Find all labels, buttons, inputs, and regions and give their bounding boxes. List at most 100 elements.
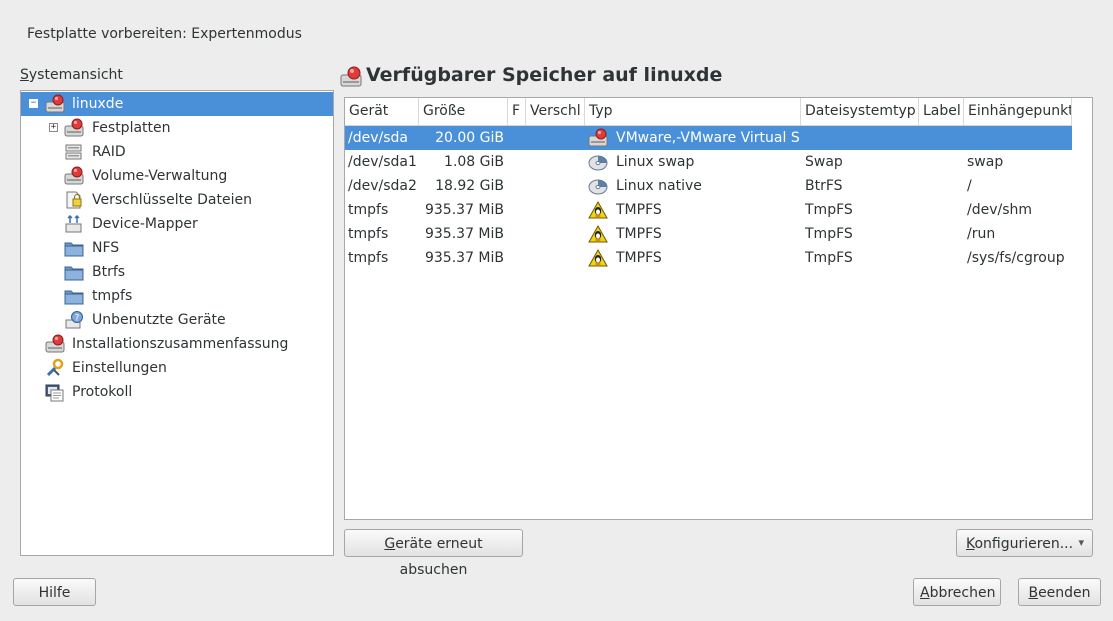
cell-mountpoint: /	[967, 178, 972, 194]
table-row[interactable]: tmpfs 935.37 MiB TMPFS TmpFS/dev/shm	[345, 198, 1072, 222]
column-header[interactable]: Dateisystemtyp	[801, 98, 919, 125]
folder-icon	[64, 266, 84, 281]
table-row[interactable]: tmpfs 935.37 MiB TMPFS TmpFS/sys/fs/cgroup	[345, 246, 1072, 270]
window-title: Festplatte vorbereiten: Expertenmodus	[27, 26, 302, 42]
cell-fstype: BtrFS	[805, 178, 843, 194]
cell-mountpoint: swap	[967, 154, 1004, 170]
cell-size: 935.37 MiB	[424, 250, 504, 266]
cell-fstype	[805, 126, 917, 150]
cell-type: VMware,-VMware Virtual S	[616, 130, 799, 146]
collapse-icon[interactable]: −	[29, 99, 38, 108]
cell-type: Linux swap	[616, 154, 695, 170]
svg-text:?: ?	[75, 314, 80, 324]
cell-label	[923, 246, 963, 270]
configure-dropdown-button[interactable]: Konfigurieren... ▾	[956, 529, 1093, 557]
page-title: Verfügbarer Speicher auf linuxde	[366, 64, 723, 86]
rescan-mnemonic: G	[384, 536, 396, 552]
table-row[interactable]: /dev/sda1 1.08 GiB Linux swap Swap swap	[345, 150, 1072, 174]
cell-type: TMPFS	[616, 250, 662, 266]
question-device-icon: ?	[65, 311, 83, 329]
cell-label	[923, 126, 963, 150]
column-header[interactable]: Einhängepunkt	[964, 98, 1072, 125]
cell-mountpoint: /run	[967, 226, 996, 242]
cell-fstype: TmpFS	[805, 226, 853, 242]
tree-item-installationszusammenfassung[interactable]: Installationszusammenfassung	[21, 332, 333, 356]
cell-mountpoint: /dev/shm	[967, 202, 1033, 218]
chevron-down-icon: ▾	[1078, 536, 1084, 549]
cell-size: 1.08 GiB	[444, 154, 504, 170]
column-header[interactable]: Gerät	[345, 98, 419, 125]
cell-label	[923, 150, 963, 174]
cell-label	[923, 174, 963, 198]
tree-item-label: Einstellungen	[72, 360, 167, 376]
cell-size: 18.92 GiB	[435, 178, 504, 194]
tux-icon	[588, 224, 608, 243]
column-header[interactable]: Label	[919, 98, 964, 125]
system-view-label: Systemansicht	[20, 67, 123, 83]
configure-label: onfigurieren...	[974, 536, 1074, 552]
finish-button[interactable]: Beenden	[1018, 578, 1101, 606]
help-button[interactable]: Hilfe	[13, 578, 96, 606]
partition-icon	[588, 155, 608, 171]
cell-label	[923, 222, 963, 246]
table-header: Gerät Größe F Verschl Typ Dateisystemtyp Label…	[345, 98, 1072, 126]
raid-icon	[65, 144, 82, 160]
cell-size: 935.37 MiB	[424, 226, 504, 242]
cell-device: /dev/sda2	[348, 178, 417, 194]
cell-device: tmpfs	[348, 226, 389, 242]
tree-item-device-mapper[interactable]: Device-Mapper	[21, 212, 333, 236]
cell-device: /dev/sda1	[348, 154, 417, 170]
finish-label: eenden	[1038, 585, 1091, 601]
harddisk-icon	[340, 66, 362, 87]
table-row[interactable]: /dev/sda 20.00 GiB VMware,-VMware Virtual …	[345, 126, 1072, 150]
storage-table[interactable]: Gerät Größe F Verschl Typ Dateisystemtyp Label…	[344, 97, 1093, 520]
tree-item-verschlüsselte-dateien[interactable]: Verschlüsselte Dateien	[21, 188, 333, 212]
tree-item-btrfs[interactable]: Btrfs	[21, 260, 333, 284]
tux-icon	[588, 200, 608, 219]
tree-item-label: NFS	[92, 240, 120, 256]
tree-item-nfs[interactable]: NFS	[21, 236, 333, 260]
column-header[interactable]: Typ	[585, 98, 801, 125]
tree-item-einstellungen[interactable]: Einstellungen	[21, 356, 333, 380]
device-mapper-icon	[65, 214, 82, 233]
folder-icon	[64, 242, 84, 257]
tree-item-label: Verschlüsselte Dateien	[92, 192, 252, 208]
cell-mountpoint: /sys/fs/cgroup	[967, 250, 1065, 266]
cancel-label: bbrechen	[929, 585, 996, 601]
tree-item-protokoll[interactable]: Protokoll	[21, 380, 333, 404]
partition-icon	[588, 179, 608, 195]
tree-item-label: Festplatten	[92, 120, 171, 136]
tree-item-raid[interactable]: RAID	[21, 140, 333, 164]
column-header[interactable]: Größe	[419, 98, 508, 125]
tree-item-festplatten[interactable]: + Festplatten	[21, 116, 333, 140]
log-icon	[45, 384, 64, 402]
rescan-label: eräte erneut absuchen	[395, 536, 483, 578]
column-header[interactable]: Verschl	[526, 98, 585, 125]
tree-item-label: RAID	[92, 144, 126, 160]
cancel-button[interactable]: Abbrechen	[913, 578, 1001, 606]
cell-label	[923, 198, 963, 222]
cell-size: 935.37 MiB	[424, 202, 504, 218]
column-header[interactable]: F	[508, 98, 526, 125]
tree-item-volume-verwaltung[interactable]: Volume-Verwaltung	[21, 164, 333, 188]
tree-item-label: Installationszusammenfassung	[72, 336, 289, 352]
tree-item-unbenutzte-geräte[interactable]: ? Unbenutzte Geräte	[21, 308, 333, 332]
table-row[interactable]: /dev/sda2 18.92 GiB Linux native BtrFS /	[345, 174, 1072, 198]
cell-size: 20.00 GiB	[435, 130, 504, 146]
tree-item-linuxde[interactable]: − linuxde	[21, 92, 333, 116]
folder-icon	[64, 290, 84, 305]
system-view-tree[interactable]: − linuxde + Festplatten RAID Volume-Verwaltun…	[20, 90, 334, 556]
rescan-devices-button[interactable]: Geräte erneut absuchen	[344, 529, 523, 578]
cell-fstype: TmpFS	[805, 250, 853, 266]
tree-item-label: Device-Mapper	[92, 216, 198, 232]
tree-item-label: Protokoll	[72, 384, 133, 400]
expand-icon[interactable]: +	[49, 123, 58, 132]
tree-item-tmpfs[interactable]: tmpfs	[21, 284, 333, 308]
harddisk-icon	[64, 166, 84, 185]
cell-device: tmpfs	[348, 250, 389, 266]
table-row[interactable]: tmpfs 935.37 MiB TMPFS TmpFS/run	[345, 222, 1072, 246]
system-view-label-rest: ystemansicht	[28, 67, 123, 83]
cell-type: TMPFS	[616, 202, 662, 218]
harddisk-icon	[45, 334, 65, 353]
cell-device: tmpfs	[348, 202, 389, 218]
